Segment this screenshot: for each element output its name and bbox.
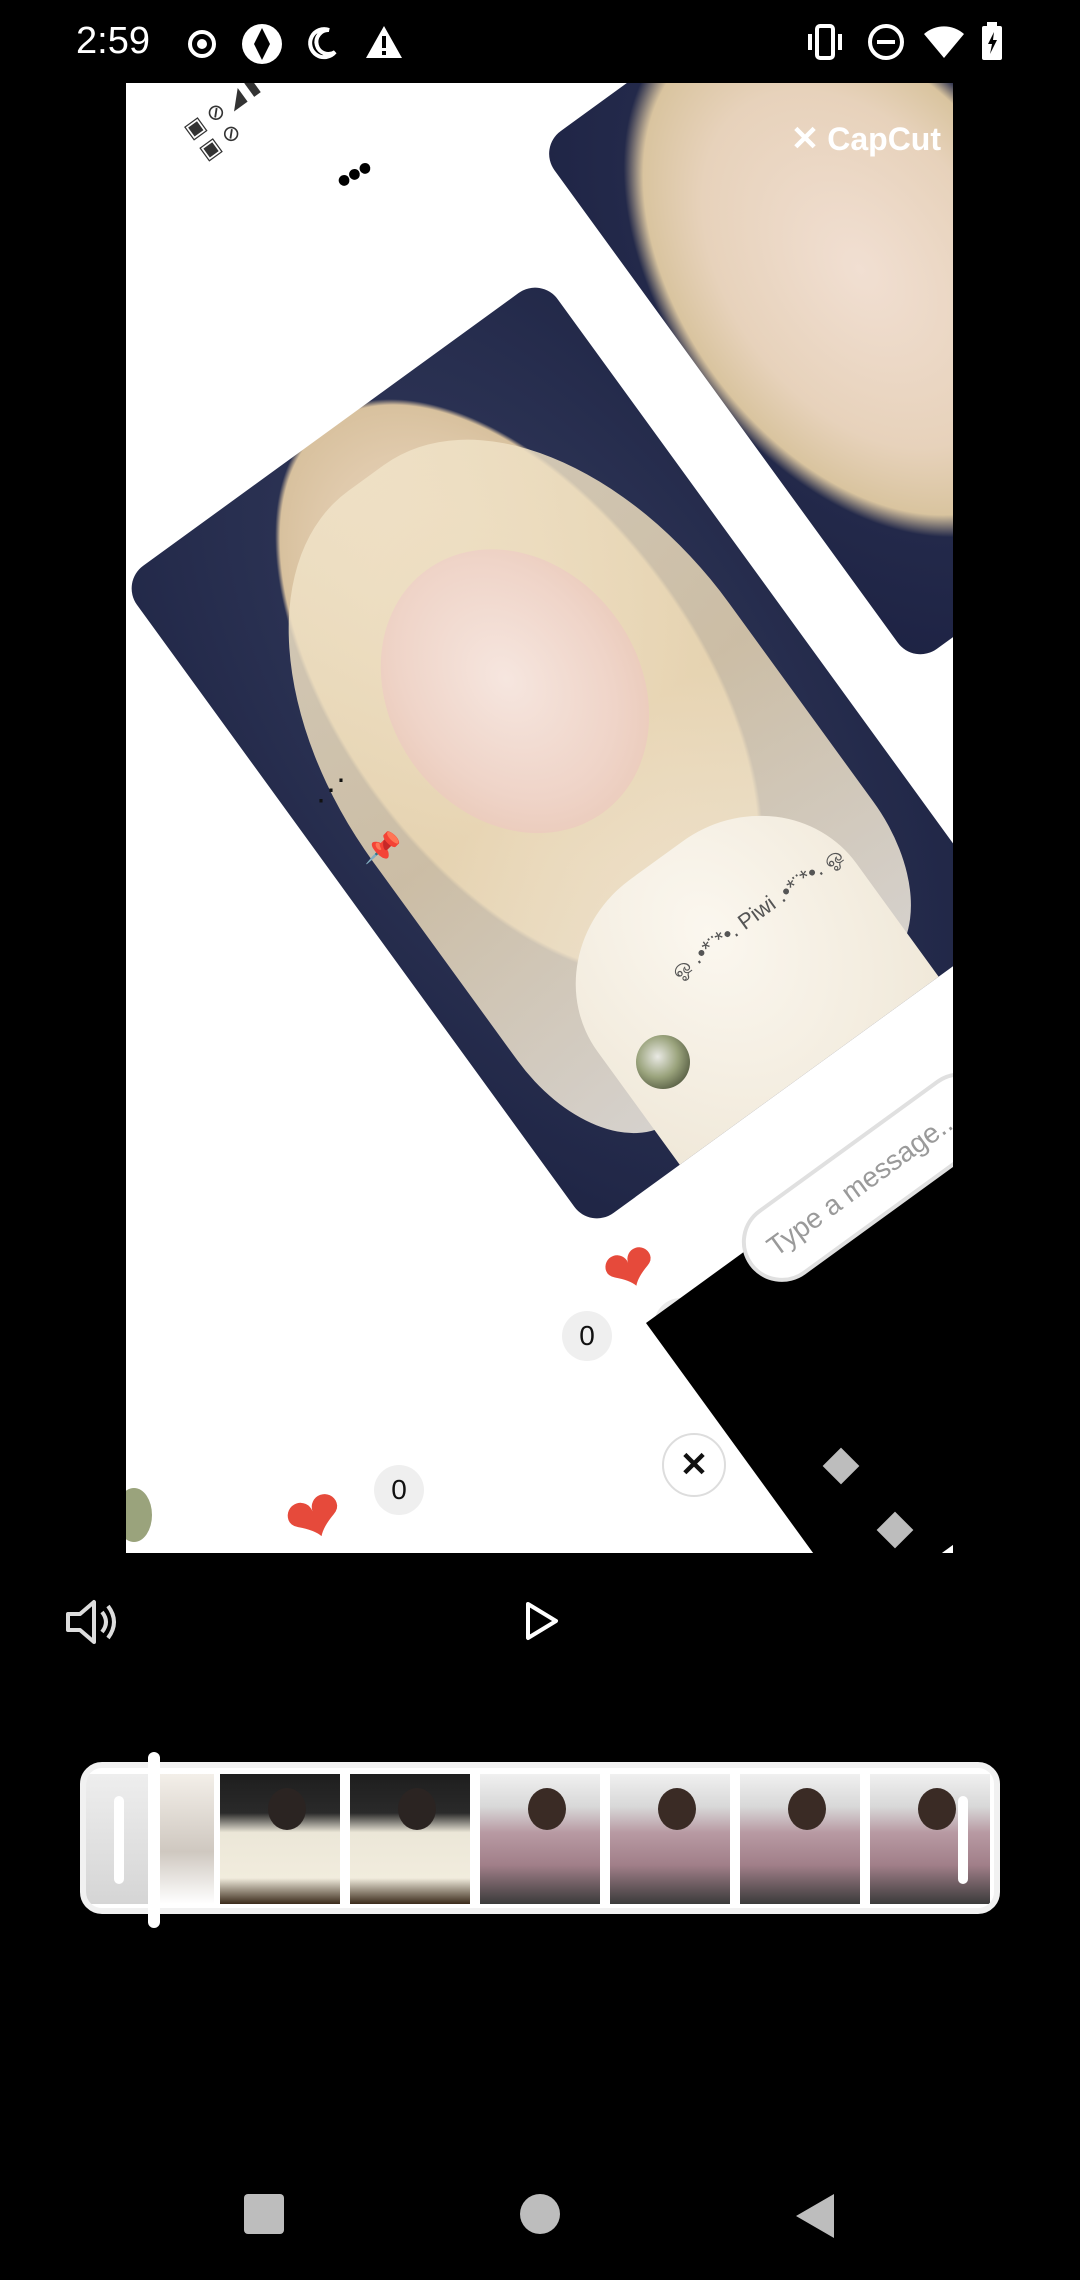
like-count-left: 0	[374, 1465, 424, 1515]
timeline-frame	[740, 1774, 860, 1904]
trim-handle-left[interactable]	[114, 1796, 124, 1884]
night-mode-icon	[308, 27, 337, 60]
status-bar: 2:59	[0, 0, 1080, 84]
battery-charging-icon	[982, 22, 1002, 60]
recents-square-icon[interactable]	[242, 2192, 286, 2236]
heart-icon: ❤	[274, 1472, 357, 1553]
do-not-disturb-icon	[868, 24, 904, 60]
status-time: 2:59	[76, 20, 150, 62]
avatar-edge	[126, 1488, 152, 1542]
capcut-watermark-text: CapCut	[827, 120, 941, 157]
timeline-frame	[610, 1774, 730, 1904]
share-icon: ⋰	[316, 774, 346, 807]
timeline-frame	[870, 1774, 990, 1904]
warning-icon	[366, 26, 402, 58]
avatar	[636, 1035, 690, 1089]
home-circle-icon[interactable]	[518, 2192, 562, 2236]
vibrate-icon	[808, 24, 842, 60]
timeline-frame	[350, 1774, 470, 1904]
timeline-playhead[interactable]	[148, 1752, 160, 1928]
wifi-icon	[924, 26, 964, 58]
video-timeline-strip[interactable]	[80, 1762, 1000, 1914]
like-count-right: 0	[562, 1311, 612, 1361]
record-icon	[188, 30, 216, 58]
video-preview[interactable]: ✕ CapCut ▣ ⊘ ◢ ▮ ▣ ⊘ ••• ⋰ 📌 ஓ .•*¨*•. Pi…	[126, 83, 953, 1553]
back-triangle-icon[interactable]	[794, 2192, 838, 2240]
trim-handle-right[interactable]	[958, 1796, 968, 1884]
sticker-icons-cluster: ▣ ⊘ ◢ ▮ ▣ ⊘	[178, 83, 264, 165]
timeline-frame	[220, 1774, 340, 1904]
timeline-frame	[480, 1774, 600, 1904]
timeline-frames	[86, 1774, 994, 1904]
close-icon: ✕	[662, 1433, 726, 1497]
play-icon[interactable]	[520, 1600, 562, 1642]
pin-icon: 📌	[364, 832, 402, 865]
capcut-logo-icon: ✕	[790, 120, 820, 158]
heart-icon: ❤	[593, 1227, 669, 1314]
capcut-watermark: ✕ CapCut	[791, 119, 941, 159]
more-dots-icon: •••	[327, 147, 381, 204]
volume-icon[interactable]	[58, 1590, 122, 1654]
camera-shutter-icon	[242, 24, 282, 64]
